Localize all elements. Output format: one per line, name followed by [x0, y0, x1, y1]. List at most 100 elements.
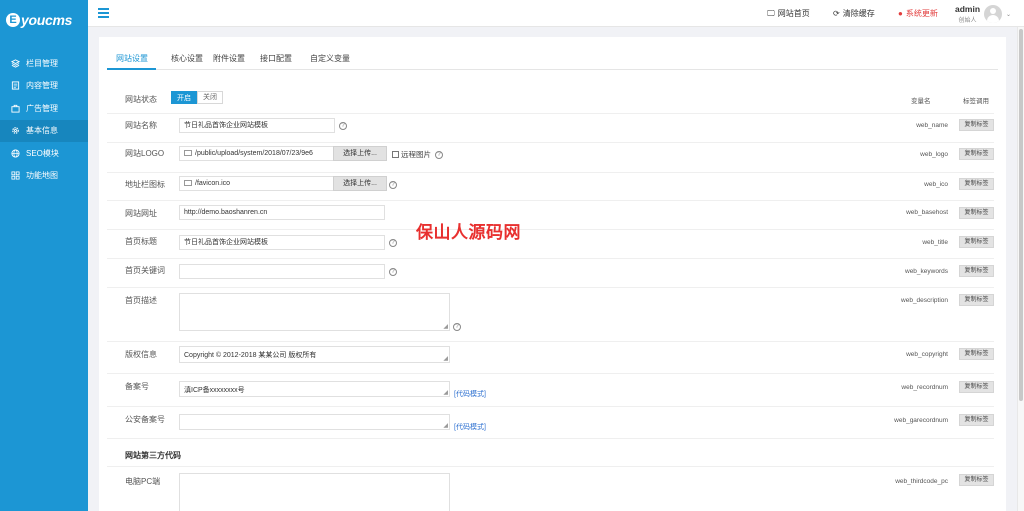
copy-tag-button[interactable]: 复制标签 [959, 381, 994, 393]
status-on-option[interactable]: 开启 [171, 91, 197, 104]
var-name: web_basehost [906, 209, 948, 216]
web-thirdcode-pc-textarea[interactable] [179, 473, 450, 511]
clear-cache-link[interactable]: ⟳ 清除缓存 [833, 8, 875, 19]
copy-tag-button[interactable]: 复制标签 [959, 148, 994, 160]
web-basehost-input[interactable]: http://demo.baoshanren.cn [179, 205, 385, 220]
tab-core-settings[interactable]: 核心设置 [171, 53, 203, 64]
upload-ico-button[interactable]: 选择上传... [333, 176, 387, 191]
help-icon[interactable]: ? [389, 239, 397, 247]
sidebar-item-label: 功能地图 [26, 171, 58, 181]
sidebar-item-content-management[interactable]: 内容管理 [0, 75, 88, 98]
briefcase-icon [11, 104, 20, 113]
web-garecordnum-textarea[interactable]: ◢ [179, 414, 450, 430]
page-scrollbar[interactable] [1017, 27, 1024, 511]
system-update-label: 系统更新 [905, 9, 938, 18]
web-copyright-value: Copyright © 2012-2018 某某公司 版权所有 [184, 352, 317, 359]
help-icon[interactable]: ? [453, 323, 461, 331]
refresh-icon: ⟳ [833, 9, 840, 18]
menu-toggle-icon[interactable] [98, 8, 109, 18]
logo-mark: E [6, 13, 20, 27]
site-home-link[interactable]: 🖵 网站首页 [767, 8, 810, 19]
help-icon[interactable]: ? [435, 151, 443, 159]
topbar: 🖵 网站首页 ⟳ 清除缓存 ● 系统更新 admin 创始人 ⌄ [88, 0, 1024, 27]
site-home-label: 网站首页 [777, 9, 810, 18]
var-name: web_title [922, 239, 948, 246]
resize-handle-icon[interactable]: ◢ [443, 356, 448, 362]
resize-handle-icon[interactable]: ◢ [443, 390, 448, 396]
clear-cache-label: 清除缓存 [842, 9, 875, 18]
help-icon[interactable]: ? [389, 181, 397, 189]
tab-bar: 网站设置 核心设置 附件设置 接口配置 自定义变量 [107, 47, 998, 70]
sidebar-item-ad-management[interactable]: 广告管理 [0, 97, 88, 120]
web-logo-input[interactable]: /public/upload/system/2018/07/23/9e6 [179, 146, 334, 161]
tab-site-settings[interactable]: 网站设置 [116, 53, 148, 64]
sidebar-item-label: 栏目管理 [26, 58, 58, 68]
sidebar-item-label: 广告管理 [26, 103, 58, 113]
sidebar-item-column-management[interactable]: 栏目管理 [0, 52, 88, 75]
row-web-name: 网站名称 节日礼品首饰企业网站模板 ? web_name 复制标签 [107, 114, 994, 143]
grid-icon [11, 171, 20, 180]
tab-api-config[interactable]: 接口配置 [260, 53, 292, 64]
code-mode-link[interactable]: [代码模式] [454, 422, 486, 432]
upload-logo-button[interactable]: 选择上传... [333, 146, 387, 161]
scrollbar-thumb[interactable] [1019, 29, 1023, 401]
field-label: 备案号 [125, 382, 149, 391]
tab-attachment-settings[interactable]: 附件设置 [213, 53, 245, 64]
help-icon[interactable]: ? [389, 268, 397, 276]
copy-tag-button[interactable]: 复制标签 [959, 119, 994, 131]
field-label: 公安备案号 [125, 415, 165, 424]
gear-icon [11, 126, 20, 135]
web-copyright-textarea[interactable]: Copyright © 2012-2018 某某公司 版权所有 ◢ [179, 346, 450, 363]
copy-tag-button[interactable]: 复制标签 [959, 348, 994, 360]
admin-role: 创始人 [958, 18, 977, 24]
sidebar-item-basic-info[interactable]: 基本信息 [0, 119, 88, 142]
row-web-ico: 地址栏图标 /favicon.ico 选择上传... ? web_ico 复制标… [107, 173, 994, 201]
chevron-down-icon[interactable]: ⌄ [1006, 11, 1011, 18]
var-name: web_name [916, 122, 948, 129]
row-web-copyright: 版权信息 Copyright © 2012-2018 某某公司 版权所有 ◢ we… [107, 342, 994, 374]
web-recordnum-value: 滇ICP备xxxxxxxx号 [184, 387, 245, 394]
copy-tag-button[interactable]: 复制标签 [959, 236, 994, 248]
web-title-input[interactable]: 节日礼品首饰企业网站模板 [179, 235, 385, 250]
web-logo-value: /public/upload/system/2018/07/23/9e6 [195, 150, 313, 157]
help-icon[interactable]: ? [339, 122, 347, 130]
web-name-input[interactable]: 节日礼品首饰企业网站模板 [179, 118, 335, 133]
field-label: 首页关键词 [125, 266, 165, 275]
tab-custom-vars[interactable]: 自定义变量 [310, 53, 350, 64]
row-section-thirdparty: 网站第三方代码 [107, 439, 994, 467]
remote-image-checkbox[interactable]: 远程图片 [392, 149, 431, 160]
status-off-option[interactable]: 关闭 [197, 91, 223, 104]
sidebar-item-feature-map[interactable]: 功能地图 [0, 165, 88, 188]
sidebar-nav: 栏目管理 内容管理 广告管理 基本信息 SEO模块 功能地图 [0, 52, 88, 187]
checkbox-icon[interactable] [392, 151, 399, 158]
copy-tag-button[interactable]: 复制标签 [959, 265, 994, 277]
avatar[interactable] [984, 5, 1002, 23]
code-mode-link[interactable]: [代码模式] [454, 389, 486, 399]
remote-image-label: 远程图片 [401, 150, 431, 159]
resize-handle-icon[interactable]: ◢ [443, 423, 448, 429]
sidebar-item-seo[interactable]: SEO模块 [0, 142, 88, 165]
row-web-logo: 网站LOGO /public/upload/system/2018/07/23/… [107, 143, 994, 173]
site-status-toggle[interactable]: 开启 关闭 [171, 91, 223, 104]
web-description-textarea[interactable]: ◢ [179, 293, 450, 331]
globe-icon [11, 149, 20, 158]
copy-tag-button[interactable]: 复制标签 [959, 414, 994, 426]
row-web-garecordnum: 公安备案号 ◢ [代码模式] web_garecordnum 复制标签 [107, 407, 994, 439]
web-recordnum-textarea[interactable]: 滇ICP备xxxxxxxx号 ◢ [179, 381, 450, 397]
web-keywords-input[interactable] [179, 264, 385, 279]
active-tab-indicator [107, 68, 156, 70]
system-update-link[interactable]: ● 系统更新 [898, 8, 938, 19]
web-ico-input[interactable]: /favicon.ico [179, 176, 334, 191]
copy-tag-button[interactable]: 复制标签 [959, 474, 994, 486]
logo-text: youcms [21, 12, 73, 28]
copy-tag-button[interactable]: 复制标签 [959, 294, 994, 306]
row-web-recordnum: 备案号 滇ICP备xxxxxxxx号 ◢ [代码模式] web_recordnum… [107, 374, 994, 407]
admin-info[interactable]: admin 创始人 [955, 4, 980, 24]
logo[interactable]: E youcms [0, 0, 88, 40]
copy-tag-button[interactable]: 复制标签 [959, 178, 994, 190]
resize-handle-icon[interactable]: ◢ [443, 324, 448, 330]
field-label: 电脑PC端 [125, 477, 161, 486]
sidebar-item-label: SEO模块 [26, 148, 59, 158]
field-label: 网站状态 [125, 95, 157, 104]
copy-tag-button[interactable]: 复制标签 [959, 207, 994, 219]
